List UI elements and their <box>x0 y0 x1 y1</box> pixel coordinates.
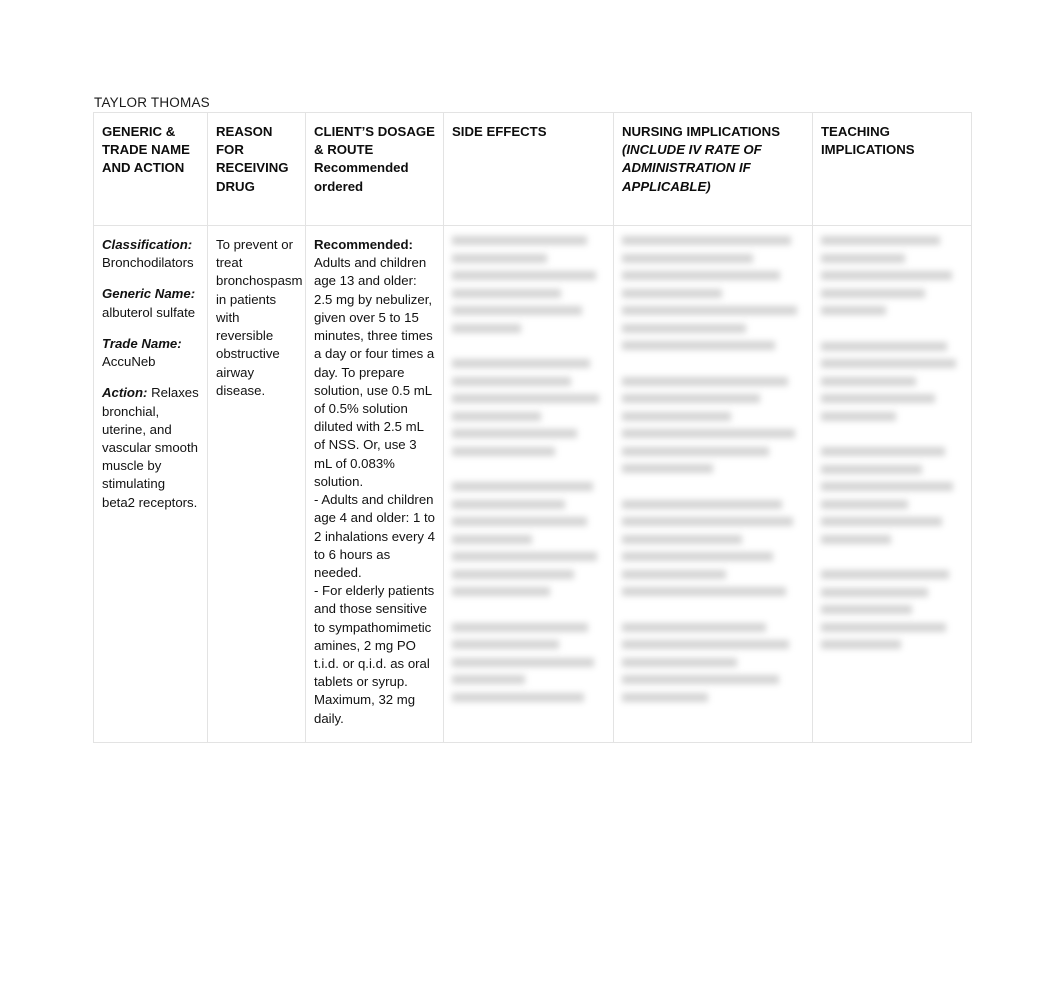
header-line-2: IMPLICATIONS <box>821 142 915 158</box>
cell-generic-trade-name-and-action: Classification: Bronchodilators Generic … <box>93 225 208 743</box>
header-italic-line-2: ADMINISTRATION IF <box>622 160 751 176</box>
side-effects-redacted-content <box>452 236 605 736</box>
generic-name-value: albuterol sulfate <box>102 304 196 320</box>
header-cell-generic-trade-name-and-action: GENERIC & TRADE NAME AND ACTION <box>93 112 208 226</box>
trade-name-paragraph: Trade Name: AccuNeb <box>102 335 199 371</box>
recommended-paragraph-2: - Adults and children age 4 and older: 1… <box>314 492 435 580</box>
classification-value: Bronchodilators <box>102 255 194 271</box>
header-italic-line-1: (INCLUDE IV RATE OF <box>622 142 762 158</box>
header-text-reason: REASON FOR RECEIVING DRUG <box>216 123 297 196</box>
header-line-1: SIDE EFFECTS <box>452 124 547 139</box>
header-italic-line-3: APPLICABLE) <box>622 178 711 194</box>
recommended-label: Recommended: <box>314 237 413 252</box>
header-cell-reason-for-receiving-drug: REASON FOR RECEIVING DRUG <box>207 112 306 226</box>
header-text-dosage: CLIENT’S DOSAGE & ROUTE Recommended orde… <box>314 123 435 196</box>
header-line-2: & ROUTE <box>314 142 374 158</box>
trade-name-label: Trade Name: <box>102 335 182 351</box>
table-body-row: Classification: Bronchodilators Generic … <box>93 225 972 743</box>
header-text-teaching: TEACHING IMPLICATIONS <box>821 123 963 159</box>
nursing-implications-redacted-content <box>622 236 804 736</box>
recommended-paragraph-3: - For elderly patients and those sensiti… <box>314 583 435 726</box>
classification-label: Classification: <box>102 237 193 252</box>
generic-name-paragraph: Generic Name: albuterol sulfate <box>102 285 199 321</box>
header-text-nursing: NURSING IMPLICATIONS (INCLUDE IV RATE OF… <box>622 123 804 196</box>
header-line-1: REASON FOR <box>216 124 273 158</box>
dosage-content: Recommended: Adults and children age 13 … <box>314 236 435 728</box>
cell-clients-dosage-and-route: Recommended: Adults and children age 13 … <box>305 225 444 743</box>
header-line-1: CLIENT’S DOSAGE <box>314 124 435 139</box>
header-line-1: TEACHING <box>821 124 890 139</box>
header-line-3: AND ACTION <box>102 160 185 176</box>
header-text-side-effects: SIDE EFFECTS <box>452 123 605 141</box>
header-cell-side-effects: SIDE EFFECTS <box>443 112 614 226</box>
recommended-paragraph: Recommended: Adults and children age 13 … <box>314 236 435 491</box>
generic-name-label-line2: Name: <box>154 286 196 302</box>
header-cell-nursing-implications: NURSING IMPLICATIONS (INCLUDE IV RATE OF… <box>613 112 813 226</box>
header-text-generic: GENERIC & TRADE NAME AND ACTION <box>102 123 199 178</box>
cell-teaching-implications <box>812 225 972 743</box>
header-line-2: TRADE NAME <box>102 142 190 158</box>
header-line-1: GENERIC & <box>102 124 176 139</box>
action-value: Relaxes bronchial, uterine, and vascular… <box>102 385 199 510</box>
header-line-1: NURSING IMPLICATIONS <box>622 124 781 139</box>
trade-name-value: AccuNeb <box>102 354 156 370</box>
action-paragraph: Action: Relaxes bronchial, uterine, and … <box>102 384 199 512</box>
classification-paragraph: Classification: Bronchodilators <box>102 236 199 272</box>
header-line-3: DRUG <box>216 178 255 194</box>
table-header-row: GENERIC & TRADE NAME AND ACTION REASON F… <box>93 112 972 226</box>
cell-side-effects <box>443 225 614 743</box>
document-page: TAYLOR THOMAS GENERIC & TRADE NAME AND A… <box>0 0 1062 1001</box>
student-name-heading: TAYLOR THOMAS <box>94 95 210 110</box>
header-cell-clients-dosage-and-route: CLIENT’S DOSAGE & ROUTE Recommended orde… <box>305 112 444 226</box>
header-cell-teaching-implications: TEACHING IMPLICATIONS <box>812 112 972 226</box>
cell-reason-for-receiving-drug: To prevent or treat bronchospasm in pati… <box>207 225 306 743</box>
recommended-paragraph-1: Adults and children age 13 and older: 2.… <box>314 255 435 489</box>
action-label: Action: <box>102 385 148 401</box>
header-line-3: Recommended <box>314 160 409 176</box>
header-line-4: ordered <box>314 178 364 194</box>
cell-nursing-implications <box>613 225 813 743</box>
drug-card-table: GENERIC & TRADE NAME AND ACTION REASON F… <box>93 112 972 743</box>
reason-text: To prevent or treat bronchospasm in pati… <box>216 237 303 398</box>
teaching-implications-redacted-content <box>821 236 963 736</box>
header-line-2: RECEIVING <box>216 160 289 176</box>
generic-name-label-line1: Generic <box>102 286 152 302</box>
reason-content: To prevent or treat bronchospasm in pati… <box>216 236 303 400</box>
drug-identity-content: Classification: Bronchodilators Generic … <box>102 236 199 512</box>
